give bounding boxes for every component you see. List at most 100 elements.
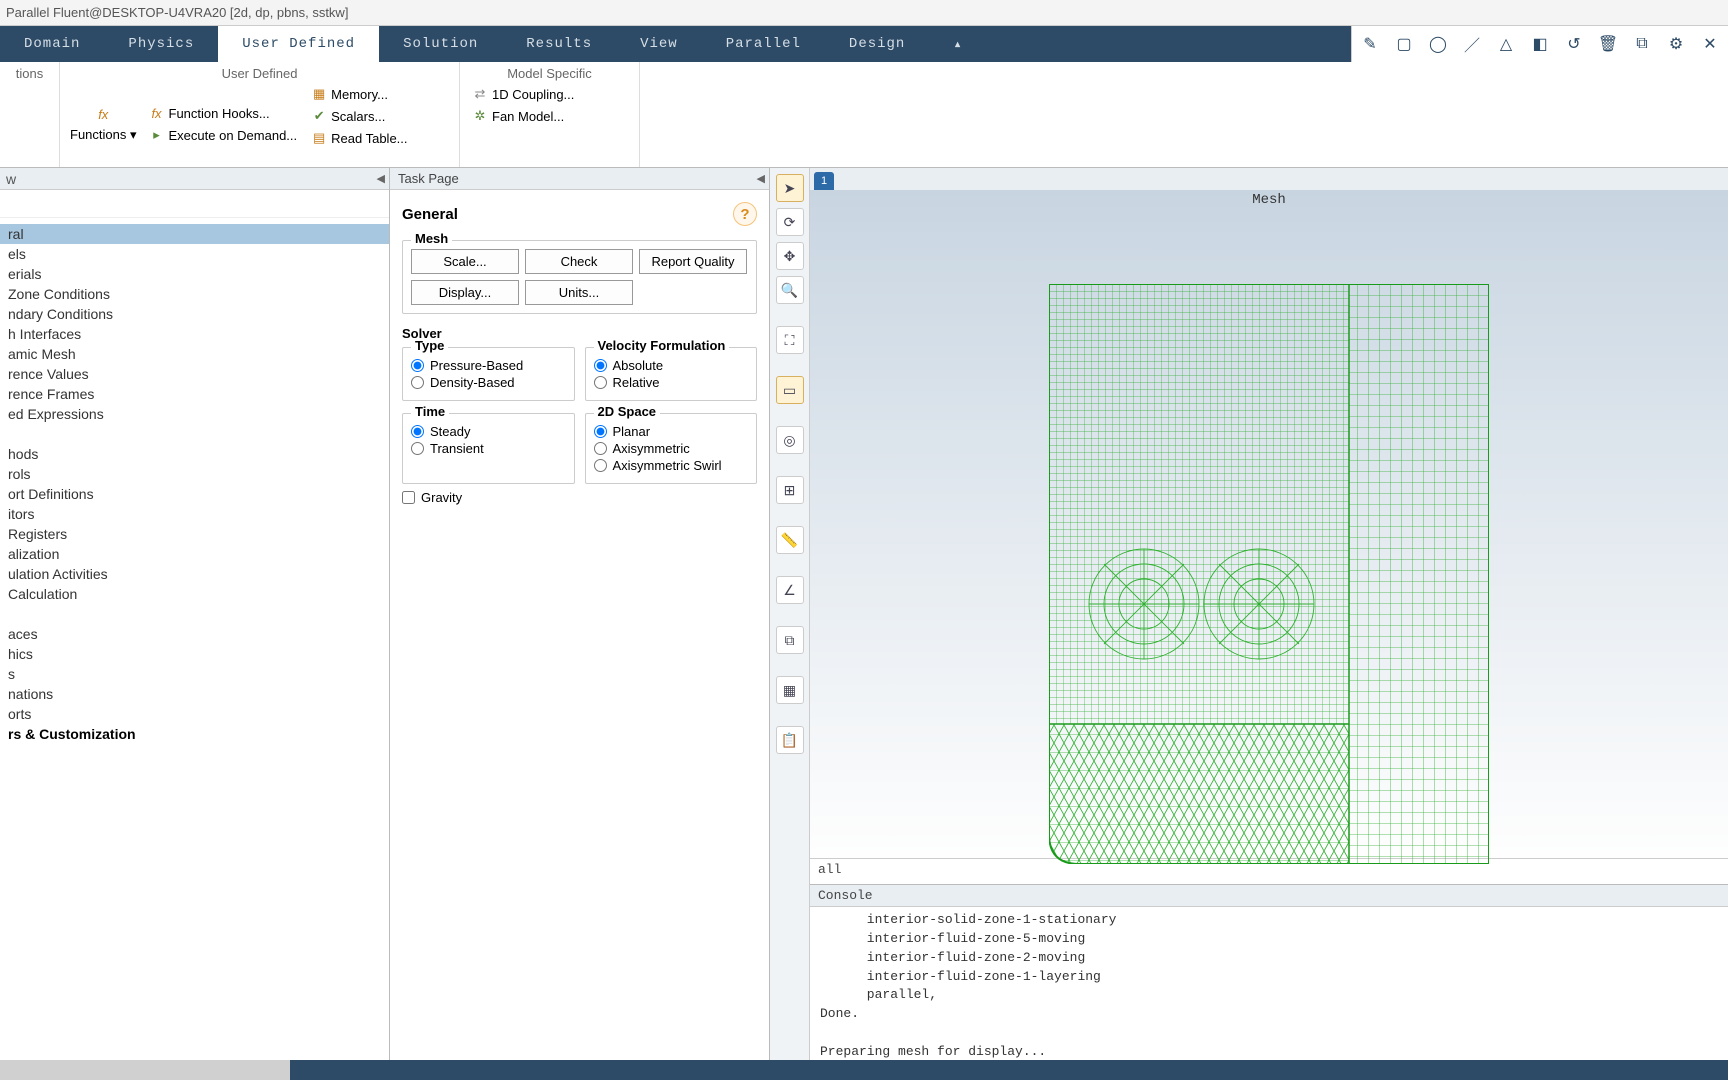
transient-radio[interactable]: Transient	[411, 441, 566, 456]
pointer-tool-icon[interactable]: ➤	[776, 174, 804, 202]
check-button[interactable]: Check	[525, 249, 633, 274]
triangle-icon[interactable]: △	[1496, 34, 1516, 54]
outline-search[interactable]	[0, 190, 389, 218]
ruler-tool-icon[interactable]: 📏	[776, 526, 804, 554]
outline-item[interactable]: aces	[0, 624, 389, 644]
outline-item[interactable]: Calculation	[0, 584, 389, 604]
outline-item[interactable]: ndary Conditions	[0, 304, 389, 324]
tab-domain[interactable]: Domain	[0, 26, 104, 62]
outline-item[interactable]: hods	[0, 444, 389, 464]
planar-radio[interactable]: Planar	[594, 424, 749, 439]
outline-item[interactable]: rols	[0, 464, 389, 484]
outline-header: w ◀	[0, 168, 389, 190]
report-quality-button[interactable]: Report Quality	[639, 249, 747, 274]
outline-item[interactable]: els	[0, 244, 389, 264]
square-icon[interactable]: ▢	[1394, 34, 1414, 54]
outline-item[interactable]: orts	[0, 704, 389, 724]
tab-parallel[interactable]: Parallel	[702, 26, 825, 62]
settings-icon[interactable]: ⚙	[1666, 34, 1686, 54]
tab-results[interactable]: Results	[502, 26, 616, 62]
zoom-tool-icon[interactable]: 🔍	[776, 276, 804, 304]
copy-tool-icon[interactable]: ⧉	[776, 626, 804, 654]
help-icon[interactable]: ?	[733, 202, 757, 226]
screenshot-icon[interactable]: ⧉	[1632, 34, 1652, 54]
1d-coupling-button[interactable]: ⇄1D Coupling...	[470, 85, 576, 103]
pan-tool-icon[interactable]: ✥	[776, 242, 804, 270]
axisymmetric-swirl-radio[interactable]: Axisymmetric Swirl	[594, 458, 749, 473]
tab-user-defined[interactable]: User Defined	[218, 26, 379, 62]
task-page: Task Page ◀ General ? Mesh Scale... Chec…	[390, 168, 770, 1060]
read-table-button[interactable]: ▤Read Table...	[309, 129, 409, 147]
axis-tool-icon[interactable]: ⊞	[776, 476, 804, 504]
undo-icon[interactable]: ↺	[1564, 34, 1584, 54]
tab-view[interactable]: View	[616, 26, 702, 62]
outline-item[interactable]: ral	[0, 224, 389, 244]
outline-item[interactable]: h Interfaces	[0, 324, 389, 344]
ribbon: tions User Defined fx Functions ▾ fxFunc…	[0, 62, 1728, 168]
mesh-section-label: Mesh	[411, 231, 452, 246]
outline-item[interactable]: rs & Customization	[0, 724, 389, 744]
relative-radio[interactable]: Relative	[594, 375, 749, 390]
line-icon[interactable]: ／	[1462, 34, 1482, 54]
functions-dropdown[interactable]: fx	[93, 105, 113, 123]
tab-physics[interactable]: Physics	[104, 26, 218, 62]
coupling-icon: ⇄	[472, 86, 488, 102]
tab-solution[interactable]: Solution	[379, 26, 502, 62]
outline-item[interactable]: Registers	[0, 524, 389, 544]
units-button[interactable]: Units...	[525, 280, 633, 305]
graphics-canvas[interactable]: Mesh	[810, 190, 1728, 858]
outline-item[interactable]: ulation Activities	[0, 564, 389, 584]
outline-item[interactable]: amic Mesh	[0, 344, 389, 364]
console-panel: Console interior-solid-zone-1-stationary…	[810, 884, 1728, 1060]
outline-item[interactable]: nations	[0, 684, 389, 704]
layers-tool-icon[interactable]: ▦	[776, 676, 804, 704]
outline-item[interactable]: erials	[0, 264, 389, 284]
outline-item[interactable]: alization	[0, 544, 389, 564]
outline-item[interactable]: itors	[0, 504, 389, 524]
circle-icon[interactable]: ◯	[1428, 34, 1448, 54]
steady-radio[interactable]: Steady	[411, 424, 566, 439]
outline-item[interactable]: hics	[0, 644, 389, 664]
function-hooks-button[interactable]: fxFunction Hooks...	[147, 104, 300, 122]
outline-item[interactable]: Zone Conditions	[0, 284, 389, 304]
rotate-tool-icon[interactable]: ⟳	[776, 208, 804, 236]
outline-item[interactable]: ort Definitions	[0, 484, 389, 504]
absolute-radio[interactable]: Absolute	[594, 358, 749, 373]
close-icon[interactable]: ✕	[1700, 34, 1720, 54]
execute-on-demand-button[interactable]: ▸Execute on Demand...	[147, 126, 300, 144]
pencil-icon[interactable]: ✎	[1360, 34, 1380, 54]
gravity-checkbox[interactable]: Gravity	[402, 490, 757, 505]
outline-item[interactable]: ed Expressions	[0, 404, 389, 424]
display-button[interactable]: Display...	[411, 280, 519, 305]
ribbon-group-modelspecific-label: Model Specific	[470, 66, 629, 81]
pressure-based-radio[interactable]: Pressure-Based	[411, 358, 566, 373]
outline-item[interactable]: rence Values	[0, 364, 389, 384]
fan-icon: ✲	[472, 108, 488, 124]
graphics-toolbar: ➤ ⟳ ✥ 🔍 ⛶ ▭ ◎ ⊞ 📏 ∠ ⧉ ▦	[770, 168, 810, 1060]
functions-label[interactable]: Functions ▾	[70, 127, 137, 143]
fit-tool-icon[interactable]: ⛶	[776, 326, 804, 354]
ribbon-group-options-label: tions	[10, 66, 49, 81]
console-output[interactable]: interior-solid-zone-1-stationary interio…	[810, 907, 1728, 1060]
time-label: Time	[411, 404, 449, 419]
eraser-icon[interactable]: ◧	[1530, 34, 1550, 54]
memory-button[interactable]: ▦Memory...	[309, 85, 409, 103]
fan-model-button[interactable]: ✲Fan Model...	[470, 107, 576, 125]
axisymmetric-radio[interactable]: Axisymmetric	[594, 441, 749, 456]
delete-icon[interactable]: 🗑	[1598, 34, 1618, 54]
outline-collapse-icon[interactable]: ◀	[377, 172, 385, 185]
probe-tool-icon[interactable]: ◎	[776, 426, 804, 454]
tab-collapse[interactable]: ▴	[929, 26, 986, 62]
annotate-tool-icon[interactable]: ∠	[776, 576, 804, 604]
task-collapse-icon[interactable]: ◀	[757, 172, 765, 185]
density-based-radio[interactable]: Density-Based	[411, 375, 566, 390]
view1-tool-icon[interactable]: ▭	[776, 376, 804, 404]
graphics-tab-1[interactable]: 1	[814, 172, 834, 190]
mesh-visualization	[1049, 284, 1489, 864]
tab-design[interactable]: Design	[825, 26, 929, 62]
scale-button[interactable]: Scale...	[411, 249, 519, 274]
scalars-button[interactable]: ✔Scalars...	[309, 107, 409, 125]
clipboard-tool-icon[interactable]: 📋	[776, 726, 804, 754]
outline-item[interactable]: rence Frames	[0, 384, 389, 404]
outline-item[interactable]: s	[0, 664, 389, 684]
